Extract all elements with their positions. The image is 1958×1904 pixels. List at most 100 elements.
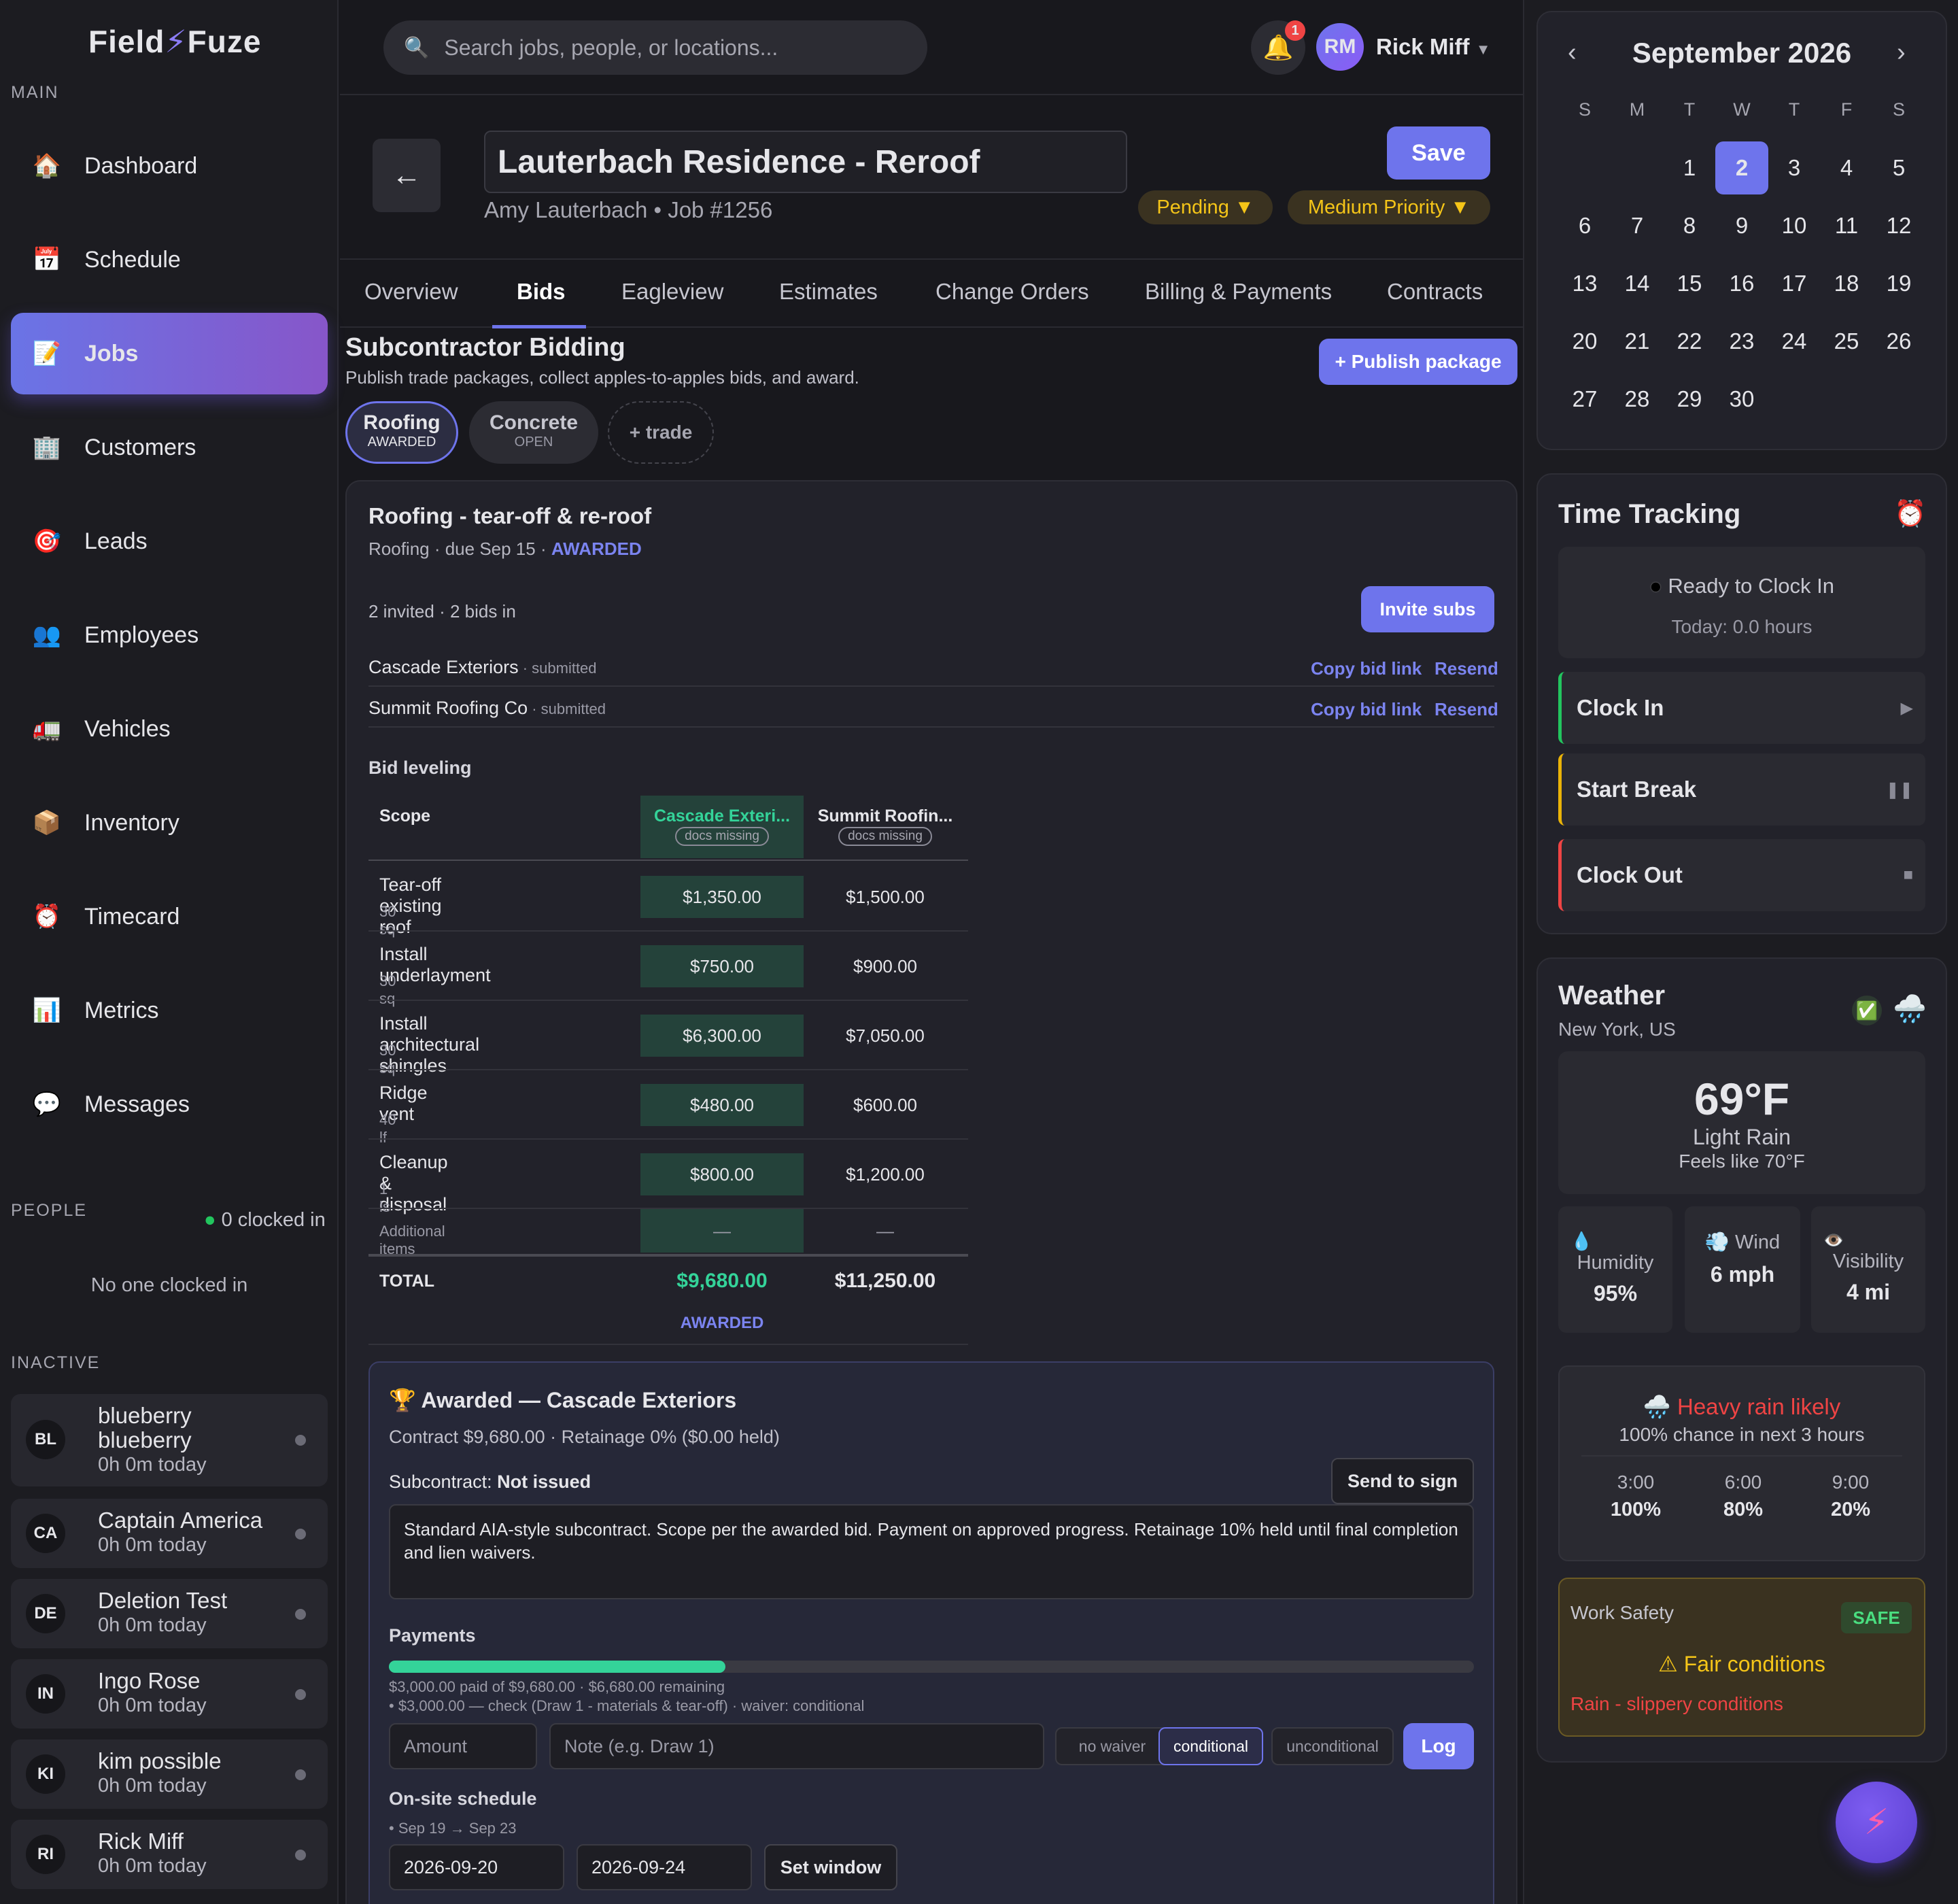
sidebar-item-employees[interactable]: 👥 Employees — [11, 594, 328, 676]
calendar-day[interactable]: 17 — [1768, 257, 1821, 310]
status-dropdown[interactable]: Pending ▼ — [1138, 190, 1273, 224]
calendar-day[interactable]: 19 — [1872, 257, 1925, 310]
calendar-day[interactable]: 13 — [1558, 257, 1611, 310]
tab-change-orders[interactable]: Change Orders — [935, 279, 1089, 305]
amount-input[interactable]: Amount — [389, 1723, 537, 1769]
calendar-day[interactable]: 27 — [1558, 373, 1611, 426]
sidebar-item-jobs[interactable]: 📝 Jobs — [11, 313, 328, 394]
calendar-day[interactable]: 16 — [1715, 257, 1768, 310]
save-button[interactable]: Save — [1387, 126, 1490, 180]
clock-in-button[interactable]: Clock In ▶ — [1558, 672, 1925, 744]
log-payment-button[interactable]: Log — [1403, 1723, 1474, 1769]
assistant-fab[interactable]: ⚡ — [1836, 1782, 1917, 1863]
calendar-day[interactable]: 14 — [1611, 257, 1664, 310]
calendar-day[interactable]: 22 — [1663, 315, 1716, 368]
calendar-day[interactable]: 30 — [1715, 373, 1768, 426]
end-date-input[interactable]: 2026-09-24 — [577, 1844, 752, 1890]
sidebar-item-metrics[interactable]: 📊 Metrics — [11, 970, 328, 1051]
search-input[interactable]: 🔍 Search jobs, people, or locations... — [383, 20, 927, 75]
waiver-option-none[interactable]: no waiver — [1055, 1727, 1169, 1765]
sidebar-item-dashboard[interactable]: 🏠 Dashboard — [11, 125, 328, 207]
sidebar-item-customers[interactable]: 🏢 Customers — [11, 407, 328, 488]
person-row[interactable]: BL blueberry blueberry 0h 0m today — [11, 1394, 328, 1486]
status-dot — [295, 1609, 306, 1620]
calendar-day[interactable]: 23 — [1715, 315, 1768, 368]
calendar-day[interactable]: 12 — [1872, 199, 1925, 252]
calendar-day[interactable]: 21 — [1611, 315, 1664, 368]
calendar-day[interactable]: 7 — [1611, 199, 1664, 252]
set-window-button[interactable]: Set window — [764, 1844, 897, 1890]
job-title-input[interactable]: Lauterbach Residence - Reroof — [484, 131, 1127, 193]
priority-dropdown[interactable]: Medium Priority ▼ — [1288, 190, 1490, 224]
calendar-day[interactable]: 8 — [1663, 199, 1716, 252]
trade-chip-roofing[interactable]: Roofing AWARDED — [345, 401, 458, 464]
person-row[interactable]: KI kim possible 0h 0m today — [11, 1739, 328, 1809]
back-button[interactable]: ← — [373, 139, 441, 212]
calendar-day[interactable]: 15 — [1663, 257, 1716, 310]
tab-overview[interactable]: Overview — [364, 279, 458, 305]
avatar: RI — [26, 1835, 65, 1874]
calendar-day[interactable]: 11 — [1820, 199, 1873, 252]
feels-like: Feels like 70°F — [1679, 1151, 1805, 1172]
weekday-label: M — [1629, 99, 1645, 120]
tab-bids[interactable]: Bids — [517, 279, 566, 305]
publish-package-button[interactable]: + Publish package — [1319, 339, 1517, 385]
calendar-day[interactable]: 1 — [1663, 141, 1716, 194]
calendar-day[interactable]: 6 — [1558, 199, 1611, 252]
invite-subs-button[interactable]: Invite subs — [1361, 586, 1494, 632]
calendar-day[interactable]: 4 — [1820, 141, 1873, 194]
user-menu[interactable]: Rick Miff ▼ — [1376, 34, 1490, 60]
person-name: blueberry blueberry — [98, 1403, 192, 1452]
user-avatar[interactable]: RM — [1316, 23, 1364, 71]
divider — [368, 1069, 968, 1070]
resend-link[interactable]: Resend — [1435, 699, 1498, 720]
start-date-input[interactable]: 2026-09-20 — [389, 1844, 564, 1890]
calendar-day-selected[interactable]: 2 — [1715, 141, 1768, 194]
calendar-day[interactable]: 9 — [1715, 199, 1768, 252]
notifications-button[interactable]: 🔔 1 — [1251, 20, 1305, 75]
tab-contracts[interactable]: Contracts — [1387, 279, 1483, 305]
send-to-sign-button[interactable]: Send to sign — [1331, 1458, 1474, 1504]
tab-eagleview[interactable]: Eagleview — [621, 279, 723, 305]
calendar-day[interactable]: 20 — [1558, 315, 1611, 368]
brand-logo[interactable]: Field⚡Fuze — [88, 23, 261, 60]
tab-billing-payments[interactable]: Billing & Payments — [1145, 279, 1332, 305]
calendar-day[interactable]: 5 — [1872, 141, 1925, 194]
calendar-day[interactable]: 29 — [1663, 373, 1716, 426]
bid-cell: — — [640, 1209, 804, 1253]
waiver-option-conditional[interactable]: conditional — [1158, 1727, 1263, 1765]
calendar-day[interactable]: 26 — [1872, 315, 1925, 368]
next-month-button[interactable]: › — [1897, 38, 1906, 67]
trade-chip-concrete[interactable]: Concrete OPEN — [469, 401, 598, 464]
bid-cell: — — [876, 1220, 894, 1241]
clock-out-button[interactable]: Clock Out ■ — [1558, 839, 1925, 911]
waiver-option-unconditional[interactable]: unconditional — [1271, 1727, 1394, 1765]
sidebar-item-vehicles[interactable]: 🚛 Vehicles — [11, 688, 328, 770]
tab-estimates[interactable]: Estimates — [779, 279, 878, 305]
copy-bid-link[interactable]: Copy bid link — [1311, 658, 1422, 679]
sidebar-item-inventory[interactable]: 📦 Inventory — [11, 782, 328, 864]
calendar-day[interactable]: 24 — [1768, 315, 1821, 368]
sidebar-item-timecard[interactable]: ⏰ Timecard — [11, 876, 328, 957]
calendar-day[interactable]: 10 — [1768, 199, 1821, 252]
person-row[interactable]: IN Ingo Rose 0h 0m today — [11, 1659, 328, 1729]
start-break-button[interactable]: Start Break ❚❚ — [1558, 753, 1925, 826]
calendar-day[interactable]: 28 — [1611, 373, 1664, 426]
sidebar-item-messages[interactable]: 💬 Messages — [11, 1064, 328, 1145]
person-row[interactable]: CA Captain America 0h 0m today — [11, 1499, 328, 1568]
note-input[interactable]: Note (e.g. Draw 1) — [549, 1723, 1044, 1769]
sidebar-item-leads[interactable]: 🎯 Leads — [11, 500, 328, 582]
resend-link[interactable]: Resend — [1435, 658, 1498, 679]
add-trade-button[interactable]: + trade — [608, 401, 714, 464]
copy-bid-link[interactable]: Copy bid link — [1311, 699, 1422, 720]
calendar-day[interactable]: 25 — [1820, 315, 1873, 368]
bid-cell: $6,300.00 — [640, 1015, 804, 1057]
calendar-day[interactable]: 3 — [1768, 141, 1821, 194]
sidebar-item-schedule[interactable]: 📅 Schedule — [11, 219, 328, 301]
calendar-day[interactable]: 18 — [1820, 257, 1873, 310]
person-row[interactable]: DE Deletion Test 0h 0m today — [11, 1579, 328, 1648]
paid-summary: $3,000.00 paid of $9,680.00 · $6,680.00 … — [389, 1678, 725, 1695]
person-row[interactable]: RI Rick Miff 0h 0m today — [11, 1820, 328, 1889]
subcontract-terms-textarea[interactable]: Standard AIA-style subcontract. Scope pe… — [389, 1504, 1474, 1599]
subcontract-status: Subcontract: Not issued — [389, 1472, 591, 1492]
